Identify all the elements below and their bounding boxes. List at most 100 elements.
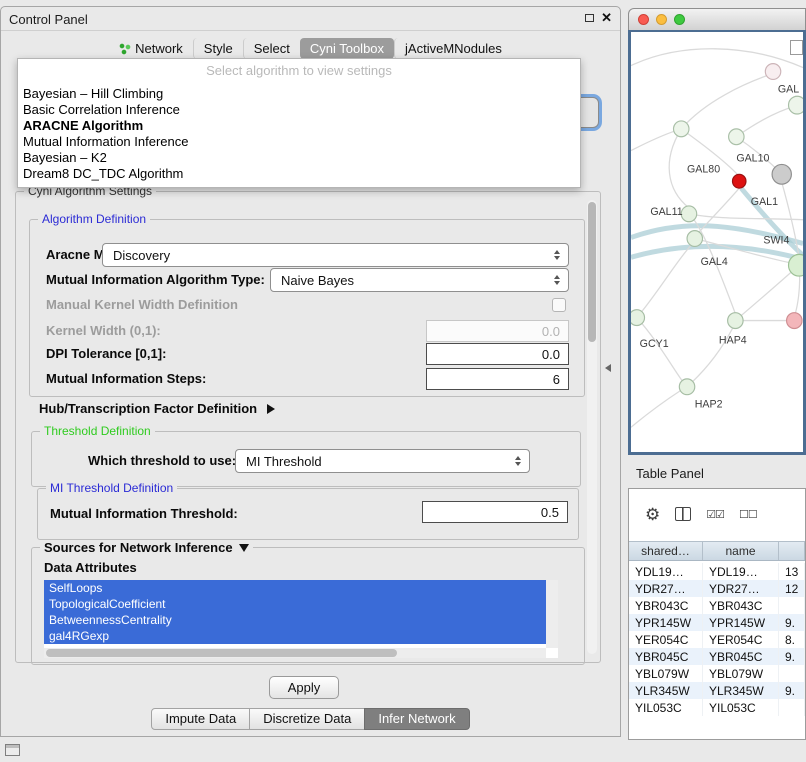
network-edge[interactable]: [631, 131, 675, 151]
tab-cyni-toolbox[interactable]: Cyni Toolbox: [300, 38, 394, 59]
collapse-down-icon[interactable]: [239, 544, 249, 552]
network-edge[interactable]: [689, 214, 803, 220]
deselect-all-checkboxes-icon[interactable]: ☐☐: [739, 508, 757, 521]
algorithm-option[interactable]: Bayesian – K2: [18, 150, 580, 166]
network-node[interactable]: [679, 379, 694, 395]
table-row[interactable]: YBR043CYBR043C: [629, 597, 805, 614]
gear-icon[interactable]: ⚙: [645, 506, 660, 523]
tab-network[interactable]: Network: [109, 38, 193, 59]
hub-transcription-factor-section[interactable]: Hub/Transcription Factor Definition: [39, 401, 275, 416]
mi-threshold-input[interactable]: 0.5: [422, 501, 568, 523]
network-edge[interactable]: [637, 245, 691, 317]
list-vertical-scrollbar[interactable]: [546, 580, 558, 648]
manual-kernel-checkbox[interactable]: [552, 298, 566, 312]
mi-type-label: Mutual Information Algorithm Type:: [46, 272, 265, 288]
network-node[interactable]: [681, 206, 696, 222]
network-node[interactable]: [789, 96, 803, 114]
network-edge[interactable]: [736, 106, 795, 137]
table-row[interactable]: YBR045CYBR045C9.: [629, 648, 805, 665]
settings-scrollbar[interactable]: [587, 200, 597, 654]
network-node-label: GAL: [778, 83, 799, 95]
kernel-width-input[interactable]: 0.0: [426, 320, 569, 342]
mi-type-select[interactable]: Naive Bayes: [270, 268, 569, 292]
table-row[interactable]: YER054CYER054C8.: [629, 631, 805, 648]
data-attribute-item[interactable]: BetweennessCentrality: [44, 612, 546, 628]
network-edge[interactable]: [735, 271, 792, 320]
network-node[interactable]: [687, 231, 702, 247]
aracne-mode-select[interactable]: Discovery: [102, 243, 569, 267]
table-cell: YDR27…: [703, 580, 779, 597]
panel-collapse-arrow[interactable]: [605, 364, 611, 372]
tab-jactivemnodules[interactable]: jActiveMNodules: [394, 38, 512, 59]
table-header-row: shared…name: [629, 541, 805, 561]
tab-style[interactable]: Style: [193, 38, 243, 59]
select-all-checkboxes-icon[interactable]: ☑☑: [706, 508, 724, 521]
apply-button[interactable]: Apply: [269, 676, 339, 699]
tab-impute-data[interactable]: Impute Data: [151, 708, 250, 730]
stepper-icon: [549, 250, 565, 260]
tab-discretize-data[interactable]: Discretize Data: [249, 708, 365, 730]
table-cell: YDL19…: [629, 563, 703, 580]
table-row[interactable]: YIL053CYIL053C: [629, 699, 805, 716]
which-threshold-select[interactable]: MI Threshold: [235, 449, 530, 473]
mi-steps-value: 6: [553, 372, 560, 387]
minimize-window-icon[interactable]: [656, 14, 667, 25]
network-node[interactable]: [728, 313, 743, 329]
expand-right-icon[interactable]: [267, 404, 275, 414]
tab-label: Select: [254, 41, 290, 56]
floating-panel-icon[interactable]: [5, 744, 20, 756]
table-row[interactable]: YBL079WYBL079W: [629, 665, 805, 682]
table-row[interactable]: YPR145WYPR145W9.: [629, 614, 805, 631]
tab-select[interactable]: Select: [243, 38, 300, 59]
algorithm-option[interactable]: Bayesian – Hill Climbing: [18, 86, 580, 102]
algorithm-option[interactable]: ARACNE Algorithm: [18, 118, 580, 134]
data-attribute-item[interactable]: gal4RGexp: [44, 628, 546, 644]
close-window-icon[interactable]: [638, 14, 649, 25]
control-panel-tab-bar: Network Style Select Cyni Toolbox jActiv…: [1, 38, 620, 59]
network-window-titlebar[interactable]: [628, 8, 806, 30]
network-node[interactable]: [787, 313, 802, 329]
group-title: Algorithm Definition: [38, 212, 150, 226]
mi-steps-input[interactable]: 6: [426, 368, 569, 390]
data-attributes-list[interactable]: SelfLoopsTopologicalCoefficientBetweenne…: [44, 580, 558, 658]
network-node-label: GAL4: [701, 256, 728, 268]
scrollbar-corner-box[interactable]: [790, 40, 803, 55]
table-header-cell[interactable]: name: [703, 542, 779, 560]
network-edge[interactable]: [669, 129, 689, 208]
algorithm-option[interactable]: Basic Correlation Inference: [18, 102, 580, 118]
table-row[interactable]: YLR345WYLR345W9.: [629, 682, 805, 699]
table-cell: 9.: [779, 682, 805, 699]
network-canvas[interactable]: GALGAL80GAL10GAL11GAL1SWI4GAL4GCY1HAP4HA…: [628, 30, 806, 455]
list-horizontal-scrollbar[interactable]: [44, 648, 546, 658]
table-cell: [779, 665, 805, 682]
tab-infer-network[interactable]: Infer Network: [364, 708, 469, 730]
network-node[interactable]: [772, 164, 791, 184]
close-window-icon[interactable]: ✕: [601, 11, 612, 25]
algorithm-option[interactable]: Mutual Information Inference: [18, 134, 580, 150]
network-edge[interactable]: [631, 391, 680, 428]
zoom-window-icon[interactable]: [674, 14, 685, 25]
scrollbar-thumb[interactable]: [588, 202, 596, 342]
table-body: YDL19…YDL19…13YDR27…YDR27…12YBR043CYBR04…: [629, 563, 805, 739]
sources-section-header[interactable]: Sources for Network Inference: [40, 540, 253, 555]
scrollbar-thumb[interactable]: [46, 649, 397, 657]
algorithm-option[interactable]: Dream8 DC_TDC Algorithm: [18, 166, 580, 182]
dpi-tolerance-input[interactable]: 0.0: [426, 343, 569, 365]
table-row[interactable]: YDL19…YDL19…13: [629, 563, 805, 580]
table-row[interactable]: YDR27…YDR27…12: [629, 580, 805, 597]
columns-icon[interactable]: [675, 507, 691, 521]
network-node[interactable]: [765, 64, 780, 80]
network-node[interactable]: [732, 174, 746, 188]
network-node[interactable]: [674, 121, 689, 137]
table-header-cell[interactable]: shared…: [629, 542, 703, 560]
data-attribute-item[interactable]: TopologicalCoefficient: [44, 596, 546, 612]
window-traffic-lights: [638, 14, 685, 25]
network-node[interactable]: [631, 310, 645, 326]
network-node[interactable]: [729, 129, 744, 145]
float-window-icon[interactable]: [585, 14, 594, 22]
table-cell: YPR145W: [629, 614, 703, 631]
table-header-cell[interactable]: [779, 542, 805, 560]
mi-steps-label: Mutual Information Steps:: [46, 371, 206, 387]
data-attribute-item[interactable]: SelfLoops: [44, 580, 546, 596]
network-edge[interactable]: [681, 74, 773, 129]
